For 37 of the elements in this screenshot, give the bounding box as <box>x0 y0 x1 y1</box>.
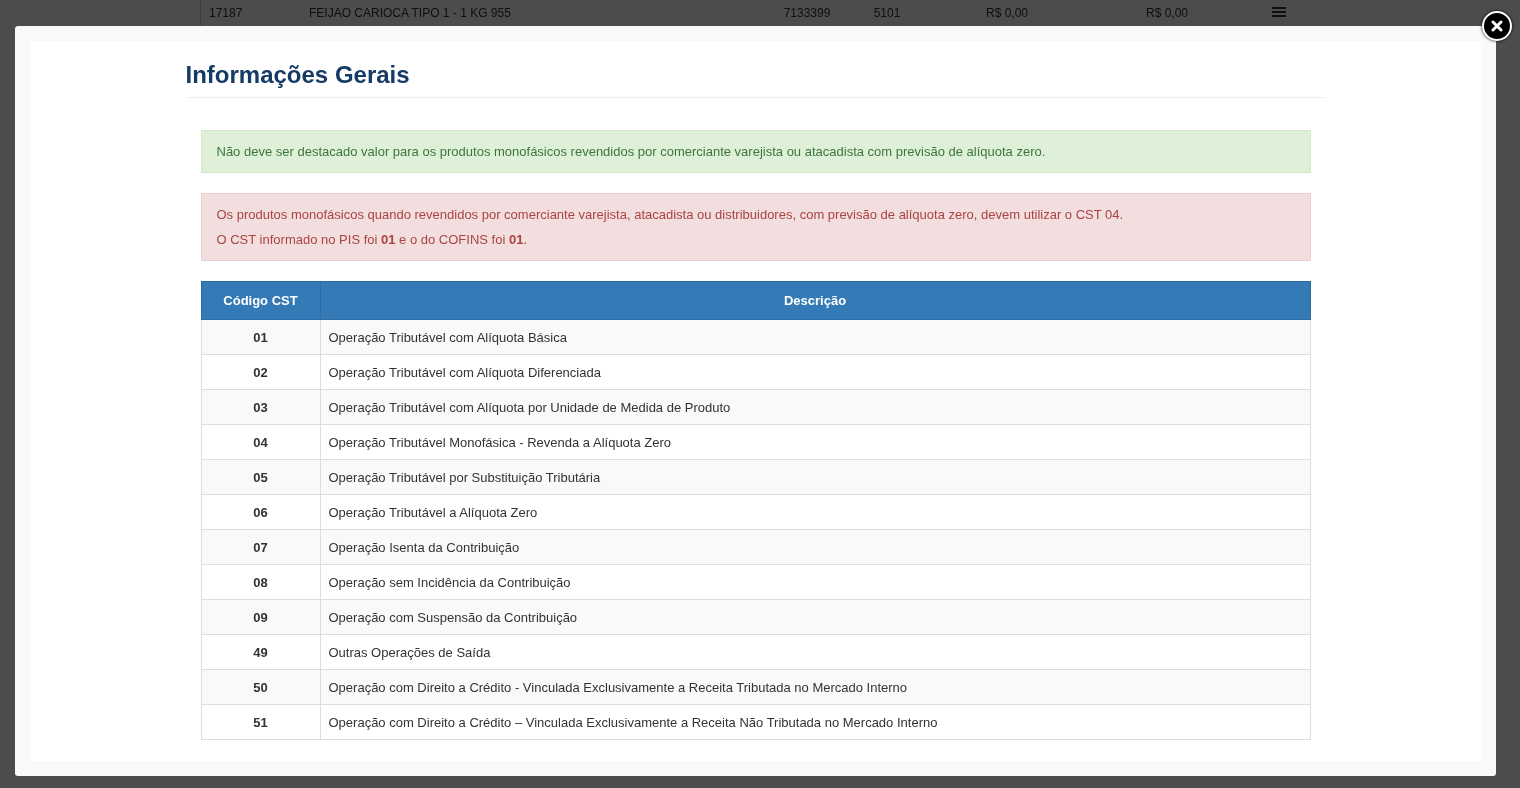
alert-text: Os produtos monofásicos quando revendidos por comerciante varejista, atacadista ou distribuidores, com previsão de alíquota zero, devem utilizar o CST 04. <box>216 207 1125 222</box>
table-cell: 04 <box>201 424 320 460</box>
table-cell: Operação com Direito a Crédito - Vinculada Exclusivamente a Receita Tributada no Mercado Interno <box>320 669 1310 705</box>
table-cell: 08 <box>201 564 320 600</box>
table-cell: Operação Tributável por Substituição Tributária <box>320 459 1310 495</box>
table-cell-text: 17187 <box>208 6 244 20</box>
table-cell: Outras Operações de Saída <box>320 634 1310 670</box>
table-cell: 07 <box>201 529 320 565</box>
column-header: Código CST <box>201 281 320 320</box>
column-header: Descrição <box>320 281 1310 320</box>
table-cell: 03 <box>201 389 320 425</box>
table-cell: Operação Tributável Monofásica - Revenda a Alíquota Zero <box>320 424 1310 460</box>
table-cell: 09 <box>201 599 320 635</box>
close-icon <box>1491 20 1503 32</box>
table-cell-text: R$ 0,00 <box>1145 6 1189 20</box>
table-cell: 51 <box>201 704 320 740</box>
table-cell: Operação com Direito a Crédito – Vinculada Exclusivamente a Receita Não Tributada no Mercado Interno <box>320 704 1310 740</box>
table-cell-text: R$ 0,00 <box>985 6 1029 20</box>
table-cell-text: 7133399 <box>782 6 832 20</box>
table-cell: Operação Isenta da Contribuição <box>320 529 1310 565</box>
modal-title: Informações Gerais <box>185 61 1326 98</box>
alert-text: O CST informado no PIS foi 01 e o do COFINS foi 01. <box>216 232 528 247</box>
table-cell: 01 <box>201 319 320 355</box>
table-cell: Operação com Suspensão da Contribuição <box>320 599 1310 635</box>
table-cell: 06 <box>201 494 320 530</box>
table-cell: Operação Tributável com Alíquota Diferenciada <box>320 354 1310 390</box>
table-cell: Operação sem Incidência da Contribuição <box>320 564 1310 600</box>
table-cell: Operação Tributável com Alíquota por Unidade de Medida de Produto <box>320 389 1310 425</box>
table-cell: Operação Tributável com Alíquota Básica <box>320 319 1310 355</box>
table-cell: 02 <box>201 354 320 390</box>
table-cell: Operação Tributável a Alíquota Zero <box>320 494 1310 530</box>
table-cell-text: 5101 <box>872 6 902 20</box>
table-cell: 49 <box>201 634 320 670</box>
table-cell: 50 <box>201 669 320 705</box>
alert-text: Não deve ser destacado valor para os produtos monofásicos revendidos por comerciante varejista ou atacadista com previsão de alíquota zero. <box>216 144 1047 159</box>
table-cell: 05 <box>201 459 320 495</box>
table-cell-text: FEIJAO CARIOCA TIPO 1 - 1 KG 955 <box>308 6 512 20</box>
